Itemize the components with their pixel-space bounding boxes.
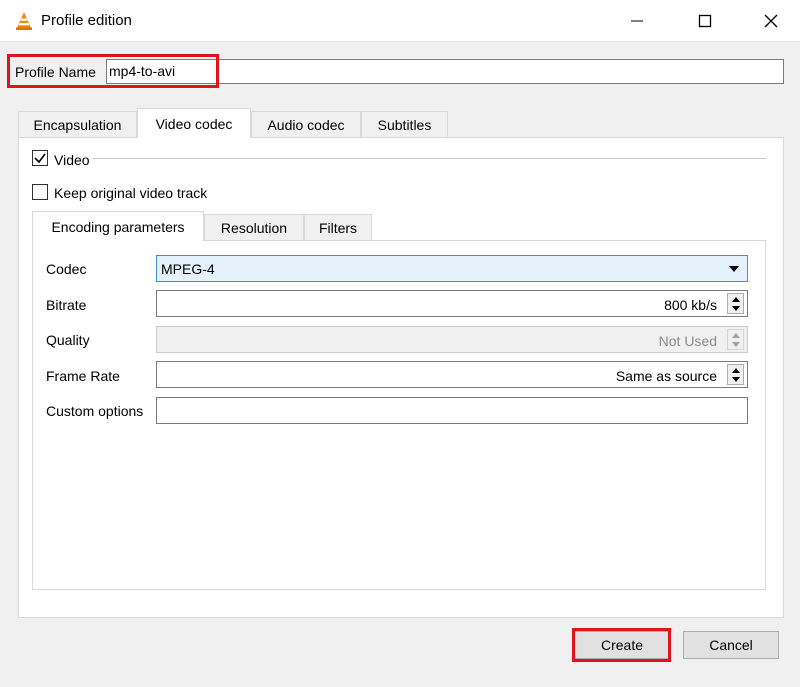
custom-options-input[interactable]	[156, 397, 748, 424]
profile-name-highlight	[7, 54, 219, 88]
create-button-highlight	[572, 628, 671, 662]
video-group-divider	[93, 158, 766, 159]
tab-resolution[interactable]: Resolution	[204, 214, 304, 240]
maximize-icon	[698, 14, 712, 28]
quality-spinbox: Not Used	[156, 326, 748, 353]
minimize-icon	[631, 20, 643, 22]
tab-encoding-parameters[interactable]: Encoding parameters	[32, 211, 204, 241]
minimize-button[interactable]	[614, 0, 660, 42]
bitrate-spinbox[interactable]: 800 kb/s	[156, 290, 748, 317]
checkmark-icon	[34, 153, 46, 164]
spin-arrows-icon	[727, 329, 744, 350]
vlc-cone-icon	[16, 12, 32, 30]
tab-audio-codec[interactable]: Audio codec	[251, 111, 361, 137]
tab-filters[interactable]: Filters	[304, 214, 372, 240]
quality-value: Not Used	[658, 333, 717, 349]
frame-rate-label: Frame Rate	[46, 368, 120, 384]
spin-arrows-icon[interactable]	[727, 293, 744, 314]
codec-value: MPEG-4	[161, 261, 215, 277]
quality-label: Quality	[46, 332, 90, 348]
codec-select[interactable]: MPEG-4	[156, 255, 748, 282]
codec-label: Codec	[46, 261, 87, 277]
custom-options-label: Custom options	[46, 403, 144, 419]
tab-video-codec[interactable]: Video codec	[137, 108, 251, 138]
frame-rate-value: Same as source	[615, 368, 717, 384]
close-icon	[764, 14, 778, 28]
maximize-button[interactable]	[682, 0, 728, 42]
video-label: Video	[54, 152, 90, 168]
window-title: Profile edition	[41, 12, 132, 29]
tab-subtitles[interactable]: Subtitles	[361, 111, 448, 137]
frame-rate-spinbox[interactable]: Same as source	[156, 361, 748, 388]
video-checkbox[interactable]	[32, 150, 48, 166]
keep-original-label: Keep original video track	[54, 185, 208, 201]
cancel-button[interactable]: Cancel	[683, 631, 779, 659]
bitrate-value: 800 kb/s	[664, 297, 717, 313]
close-button[interactable]	[748, 0, 794, 42]
tab-encapsulation[interactable]: Encapsulation	[18, 111, 137, 137]
keep-original-checkbox[interactable]	[32, 184, 48, 200]
chevron-down-icon	[729, 266, 739, 272]
bitrate-label: Bitrate	[46, 297, 87, 313]
spin-arrows-icon[interactable]	[727, 364, 744, 385]
